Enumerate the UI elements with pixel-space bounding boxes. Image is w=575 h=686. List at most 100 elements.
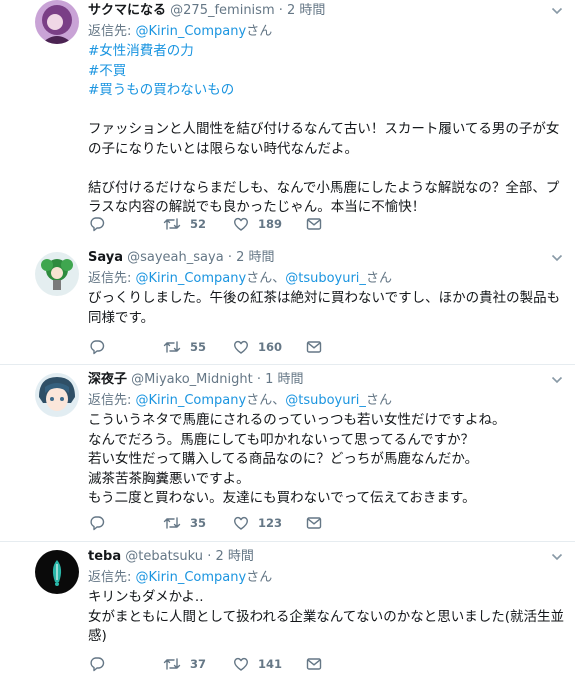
retweet-icon: [163, 216, 181, 232]
like-count: 160: [258, 340, 283, 354]
tweet-actions: 37 141: [0, 655, 575, 673]
hashtag-link[interactable]: #女性消費者の力: [88, 42, 539, 62]
reply-icon: [89, 339, 105, 355]
tweet-text-line: びっくりしました。午後の紅茶は絶対に買わないですし、ほかの貴社の製品も: [88, 290, 561, 306]
display-name[interactable]: teba: [88, 549, 121, 564]
envelope-icon: [306, 656, 322, 672]
timestamp[interactable]: 2 時間: [287, 3, 325, 18]
reply-button[interactable]: [89, 655, 114, 673]
retweet-button[interactable]: 55: [163, 338, 206, 356]
display-name[interactable]: サクマになる: [88, 3, 166, 18]
tweet-text-line: ファッションと人間性を結び付けるなんて古い！スカート履いてる男の子が女: [88, 121, 560, 137]
tweet[interactable]: 深夜子 @Miyako_Midnight · 1 時間 返信先: @Kirin_…: [0, 365, 575, 542]
reply-button[interactable]: [89, 514, 114, 532]
like-button[interactable]: 160: [233, 338, 282, 356]
mention-link[interactable]: @Kirin_Company: [136, 393, 247, 408]
tweet-text-line: もう二度と買わない。友達にも買わないでって伝えておきます。: [88, 490, 476, 506]
tweet-text-line: 滅茶苦茶胸糞悪いですよ。: [88, 470, 250, 487]
tweet-header: Saya @sayeah_saya · 2 時間: [88, 249, 539, 267]
retweet-count: 52: [190, 217, 207, 231]
avatar[interactable]: [35, 0, 79, 44]
retweet-count: 55: [190, 340, 207, 354]
like-button[interactable]: 189: [233, 215, 282, 233]
avatar[interactable]: [35, 550, 79, 594]
like-button[interactable]: 141: [233, 655, 282, 673]
tweet-text-line: キリンもダメかよ..: [88, 589, 204, 605]
reply-suffix: さん: [246, 24, 273, 39]
tweet-text-line: 感): [88, 628, 107, 644]
tweet-actions: 55 160: [0, 338, 575, 356]
reply-joiner: さん、: [246, 393, 286, 408]
timestamp[interactable]: 2 時間: [215, 549, 253, 564]
like-button[interactable]: 123: [233, 514, 282, 532]
retweet-button[interactable]: 37: [163, 655, 206, 673]
reply-suffix: さん: [365, 393, 392, 408]
reply-prefix: 返信先:: [88, 271, 136, 286]
retweet-count: 35: [190, 516, 207, 530]
tweet-text-line: の子になりたいとは限らない時代なんだよ。: [88, 140, 358, 157]
user-handle[interactable]: @tebatsuku: [125, 549, 203, 564]
reply-icon: [89, 656, 105, 672]
reply-icon: [89, 216, 105, 232]
separator-dot: ·: [227, 250, 232, 265]
chevron-down-icon[interactable]: [551, 251, 563, 262]
reply-context: 返信先: @Kirin_Companyさん、@tsuboyuri_さん: [88, 391, 539, 411]
display-name[interactable]: 深夜子: [88, 372, 127, 387]
tweet-text-line: 女がまともに人間として扱われる企業なんてないのかなと思いました(就活生並: [88, 608, 565, 625]
reply-context: 返信先: @Kirin_Companyさん: [88, 568, 539, 588]
reply-suffix: さん: [246, 570, 273, 585]
tweet-actions: 52 189: [0, 215, 575, 233]
separator-dot: ·: [256, 372, 261, 387]
like-count: 123: [258, 516, 283, 530]
tweet-header: 深夜子 @Miyako_Midnight · 1 時間: [88, 371, 539, 389]
user-handle[interactable]: @sayeah_saya: [127, 250, 224, 265]
chevron-down-icon[interactable]: [551, 550, 563, 561]
avatar-image: [35, 550, 79, 594]
retweet-count: 37: [190, 657, 207, 671]
user-handle[interactable]: @Miyako_Midnight: [131, 372, 253, 387]
reply-button[interactable]: [89, 215, 114, 233]
retweet-icon: [163, 339, 181, 355]
avatar[interactable]: [35, 252, 79, 296]
reply-icon: [89, 515, 105, 531]
avatar[interactable]: [35, 373, 79, 417]
tweet[interactable]: サクマになる @275_feminism · 2 時間 返信先: @Kirin_…: [0, 0, 575, 243]
timestamp[interactable]: 2 時間: [236, 250, 274, 265]
tweet-text-line: [88, 159, 539, 179]
direct-message-button[interactable]: [306, 215, 322, 233]
mention-link[interactable]: @tsuboyuri_: [285, 393, 366, 408]
tweet[interactable]: teba @tebatsuku · 2 時間 返信先: @Kirin_Compa…: [0, 542, 575, 686]
tweet-text-line: 若い女性だって購入してる商品なのに？どっちが馬鹿なんだか。: [88, 451, 479, 467]
envelope-icon: [306, 515, 322, 531]
timestamp[interactable]: 1 時間: [265, 372, 303, 387]
reply-suffix: さん: [365, 271, 392, 286]
direct-message-button[interactable]: [306, 514, 322, 532]
retweet-button[interactable]: 35: [163, 514, 206, 532]
heart-icon: [233, 656, 249, 672]
display-name[interactable]: Saya: [88, 250, 123, 265]
separator-dot: ·: [278, 3, 283, 18]
tweet-header: サクマになる @275_feminism · 2 時間: [88, 2, 539, 20]
chevron-down-icon[interactable]: [551, 373, 563, 384]
reply-prefix: 返信先:: [88, 393, 136, 408]
retweet-button[interactable]: 52: [163, 215, 206, 233]
tweet-text-line: なんでだろう。馬鹿にしても叩かれないって思ってるんですか？: [88, 431, 475, 448]
like-count: 189: [258, 217, 283, 231]
tweet-header: teba @tebatsuku · 2 時間: [88, 548, 539, 566]
mention-link[interactable]: @Kirin_Company: [136, 271, 247, 286]
avatar-image: [35, 373, 79, 417]
hashtag-link[interactable]: #不買: [88, 62, 539, 82]
user-handle[interactable]: @275_feminism: [170, 3, 274, 18]
chevron-down-icon[interactable]: [551, 4, 563, 15]
hashtag-link[interactable]: #買うもの買わないもの: [88, 81, 539, 101]
tweet[interactable]: Saya @sayeah_saya · 2 時間 返信先: @Kirin_Com…: [0, 242, 575, 365]
avatar-image: [35, 252, 79, 296]
tweet-text-line: 同様です。: [88, 309, 155, 326]
mention-link[interactable]: @tsuboyuri_: [285, 271, 366, 286]
tweet-text-line: こういうネタで馬鹿にされるのっていっつも若い女性だけですよね。: [88, 412, 506, 428]
direct-message-button[interactable]: [306, 655, 322, 673]
direct-message-button[interactable]: [306, 338, 322, 356]
mention-link[interactable]: @Kirin_Company: [136, 24, 247, 39]
mention-link[interactable]: @Kirin_Company: [136, 570, 247, 585]
reply-button[interactable]: [89, 338, 114, 356]
